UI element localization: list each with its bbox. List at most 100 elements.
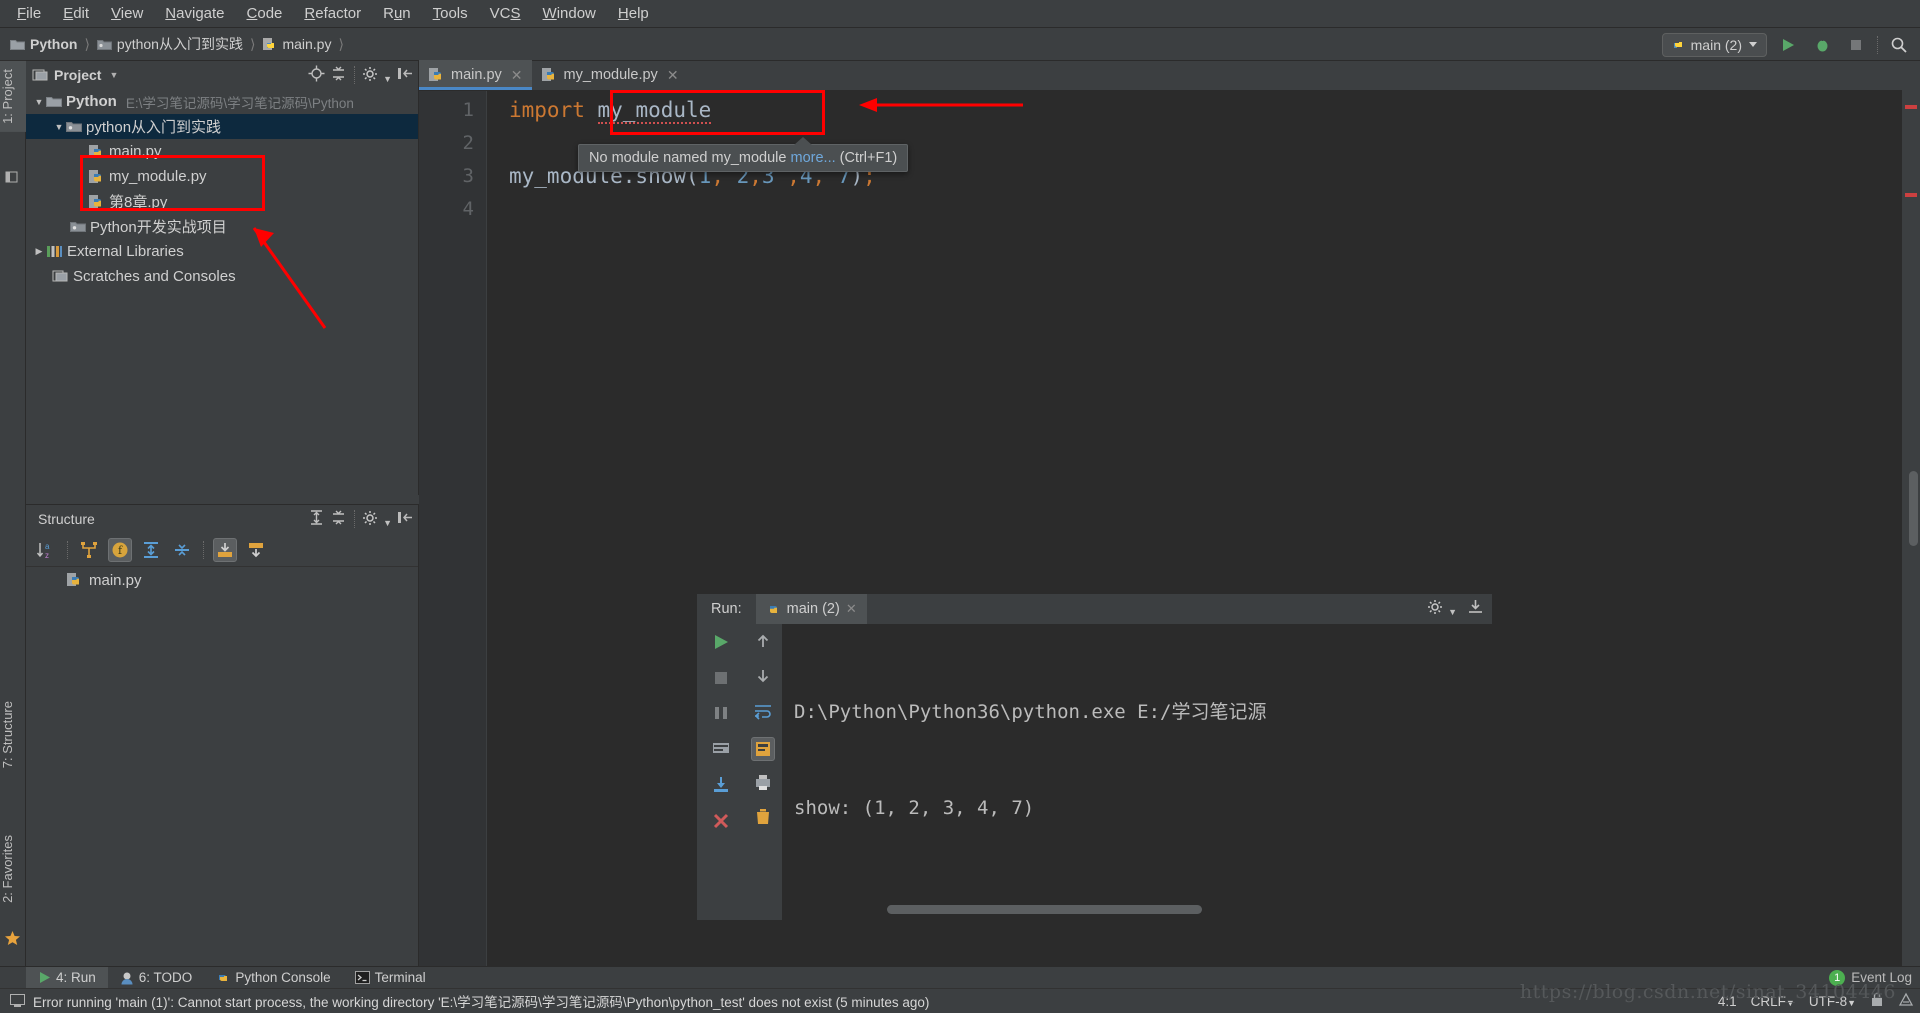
bottom-tab-python-console[interactable]: Python Console	[204, 967, 342, 989]
hide-pane-icon[interactable]	[397, 510, 414, 528]
tree-node-chapter8-py[interactable]: 第8章.py	[26, 189, 418, 214]
caret-position[interactable]: 4:1	[1718, 994, 1737, 1009]
dump-threads-icon[interactable]	[711, 739, 731, 762]
stop-button[interactable]	[1843, 33, 1869, 57]
editor-scrollbar-thumb[interactable]	[1909, 471, 1918, 546]
status-message[interactable]: Error running 'main (1)': Cannot start p…	[33, 991, 929, 1011]
line-separator-selector[interactable]: CRLF▼	[1751, 994, 1795, 1009]
favorites-star-icon[interactable]	[4, 930, 22, 948]
breadcrumb-item-2[interactable]: main.py	[282, 36, 331, 52]
menu-item-help[interactable]: Help	[607, 2, 660, 25]
search-icon[interactable]	[1886, 33, 1912, 57]
collapse-strip-icon[interactable]	[4, 169, 22, 187]
bottom-tab-todo[interactable]: 6: TODO	[108, 967, 205, 989]
chevron-down-icon[interactable]	[1748, 41, 1758, 48]
print-console-icon[interactable]	[753, 773, 773, 796]
hide-icon[interactable]	[1467, 599, 1484, 619]
menu-item-code[interactable]: Code	[236, 2, 294, 25]
collapse-all-icon[interactable]	[330, 65, 347, 85]
tree-node-my-module-py[interactable]: my_module.py	[26, 164, 418, 189]
run-window-label: Run:	[711, 601, 742, 617]
menu-item-edit[interactable]: Edit	[52, 2, 100, 25]
structure-item-main-py[interactable]: main.py	[26, 567, 418, 593]
expand-all-icon[interactable]	[139, 538, 163, 562]
breadcrumb-separator: ⟩	[84, 35, 90, 52]
menu-item-view[interactable]: View	[100, 2, 154, 25]
collapse-all-icon[interactable]	[170, 538, 194, 562]
sidebar-tab-structure[interactable]: 7: Structure	[0, 693, 26, 776]
collapse-all-icon[interactable]	[330, 509, 347, 529]
lock-icon[interactable]	[1870, 992, 1884, 1010]
locate-file-icon[interactable]	[308, 65, 325, 85]
menu-item-navigate[interactable]: Navigate	[154, 2, 235, 25]
run-button[interactable]	[1775, 33, 1801, 57]
chevron-right-icon[interactable]: ▶	[32, 246, 46, 257]
soft-wrap-icon[interactable]	[753, 702, 773, 725]
print-icon[interactable]	[711, 774, 731, 799]
close-icon[interactable]: ✕	[846, 601, 857, 617]
encoding-selector[interactable]: UTF-8▼	[1809, 994, 1856, 1009]
run-tab-main[interactable]: main (2) ✕	[755, 594, 867, 624]
chevron-down-icon[interactable]: ▼	[52, 122, 66, 132]
sort-alphabetically-icon[interactable]: az	[34, 538, 58, 562]
tree-node-python-root[interactable]: ▼ Python E:\学习笔记源码\学习笔记源码\Python	[26, 89, 418, 114]
close-icon[interactable]	[711, 811, 731, 836]
menu-item-tools[interactable]: Tools	[422, 2, 479, 25]
show-imports-icon[interactable]	[244, 538, 268, 562]
bottom-tab-terminal[interactable]: Terminal	[343, 967, 438, 989]
editor-tab-main-py[interactable]: main.py ✕	[419, 60, 532, 90]
gear-icon[interactable]: ▼	[1427, 599, 1457, 620]
close-icon[interactable]: ✕	[667, 67, 679, 84]
close-icon[interactable]: ✕	[511, 67, 523, 84]
tree-node-python-basics[interactable]: ▼ python从入门到实践	[26, 114, 418, 139]
menu-item-window[interactable]: Window	[532, 2, 607, 25]
python-file-icon	[541, 67, 558, 83]
console-horizontal-scrollbar[interactable]	[887, 905, 1202, 914]
stop-icon[interactable]	[712, 669, 730, 692]
debug-button[interactable]	[1809, 33, 1835, 57]
breadcrumb-item-0[interactable]: Python	[30, 36, 77, 52]
hide-pane-icon[interactable]	[397, 66, 414, 84]
bottom-tab-run[interactable]: 4: Run	[26, 966, 108, 989]
menu-item-file[interactable]: FFileile	[6, 2, 52, 25]
error-stripe-mark[interactable]	[1905, 193, 1917, 197]
menu-item-vcs[interactable]: VCS	[479, 2, 532, 25]
sidebar-tab-project[interactable]: 1: Project	[0, 61, 26, 132]
chevron-down-icon[interactable]: ▼	[109, 70, 118, 80]
menu-item-run[interactable]: Run	[372, 2, 422, 25]
tree-node-python-projects[interactable]: Python开发实战项目	[26, 214, 418, 239]
pause-icon[interactable]	[712, 704, 730, 727]
tree-node-external-libraries[interactable]: ▶ External Libraries	[26, 239, 418, 264]
tree-node-main-py[interactable]: main.py	[26, 139, 418, 164]
up-stack-icon[interactable]	[754, 632, 772, 655]
run-console-output[interactable]: D:\Python\Python36\python.exe E:/学习笔记源 s…	[782, 624, 1492, 920]
run-configuration-selector[interactable]: main (2)	[1661, 32, 1767, 57]
gear-icon[interactable]: ▼	[362, 66, 392, 85]
rerun-icon[interactable]	[711, 632, 731, 657]
expand-all-icon[interactable]	[308, 509, 325, 529]
project-tree[interactable]: ▼ Python E:\学习笔记源码\学习笔记源码\Python ▼ pytho…	[26, 89, 418, 495]
tree-node-scratches-consoles[interactable]: Scratches and Consoles	[26, 264, 418, 289]
show-inherited-icon[interactable]	[213, 537, 237, 562]
sidebar-tab-favorites[interactable]: 2: Favorites	[0, 827, 26, 911]
inspection-icon[interactable]	[1898, 992, 1914, 1010]
folder-icon	[46, 95, 62, 108]
tooltip-more-link[interactable]: more...	[791, 150, 836, 166]
error-stripe-mark[interactable]	[1905, 105, 1917, 109]
breadcrumb-item-1[interactable]: python从入门到实践	[117, 34, 243, 54]
show-fields-icon[interactable]: f	[108, 537, 132, 562]
event-log-label[interactable]: Event Log	[1851, 970, 1912, 985]
scroll-to-end-icon[interactable]	[751, 737, 775, 761]
down-stack-icon[interactable]	[754, 667, 772, 690]
editor-gutter[interactable]: 1 2 3 4	[419, 91, 487, 966]
group-icon[interactable]	[77, 538, 101, 562]
gear-icon[interactable]: ▼	[362, 510, 392, 529]
event-log-area[interactable]: 1 Event Log	[1829, 969, 1912, 986]
code-line-1[interactable]: import my_module	[509, 97, 712, 124]
module-folder-icon	[70, 220, 86, 233]
editor-tab-my-module-py[interactable]: my_module.py ✕	[532, 60, 688, 90]
clear-all-icon[interactable]	[754, 808, 772, 831]
editor-error-stripe[interactable]	[1902, 61, 1920, 966]
chevron-down-icon[interactable]: ▼	[32, 97, 46, 107]
menu-item-refactor[interactable]: Refactor	[293, 2, 372, 25]
